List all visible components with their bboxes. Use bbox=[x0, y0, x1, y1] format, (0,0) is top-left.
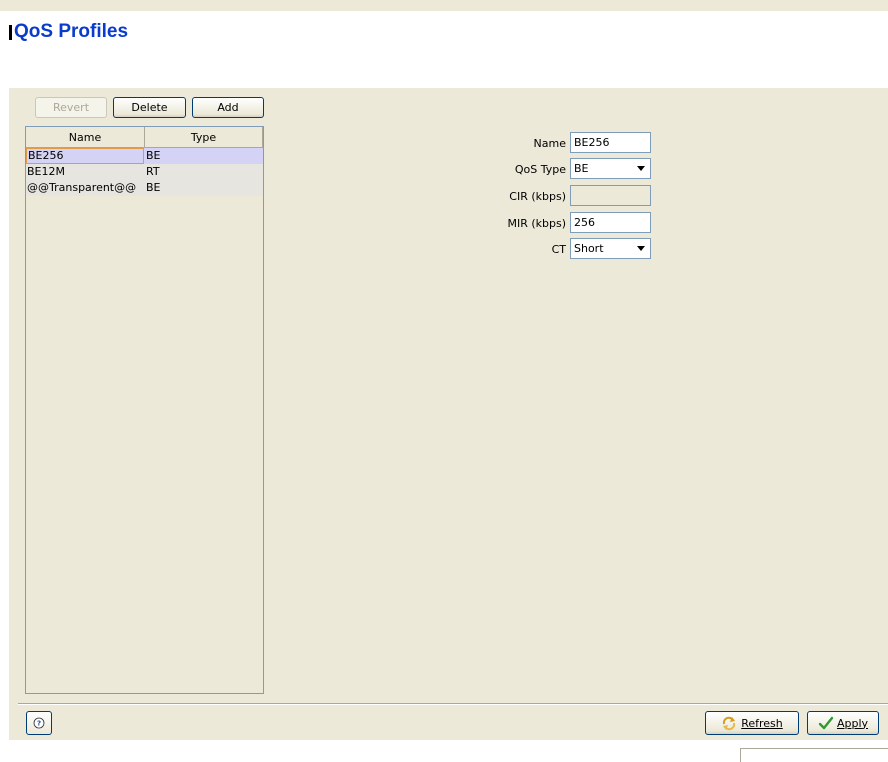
apply-label: Apply bbox=[836, 716, 869, 730]
row-name-cell: BE256 bbox=[26, 148, 144, 164]
help-button[interactable]: ? bbox=[26, 711, 52, 735]
row-name-cell: @@Transparent@@ bbox=[27, 181, 137, 194]
help-icon: ? bbox=[33, 717, 45, 729]
table-header: Name Type bbox=[26, 127, 263, 148]
mir-label: MIR (kbps) bbox=[507, 217, 566, 230]
top-strip bbox=[0, 0, 888, 11]
revert-button[interactable]: Revert bbox=[35, 97, 107, 118]
column-header-name[interactable]: Name bbox=[26, 127, 145, 147]
cir-label: CIR (kbps) bbox=[509, 190, 566, 203]
table-row[interactable]: BE256 BE bbox=[26, 148, 263, 164]
name-field[interactable]: BE256 bbox=[570, 132, 651, 153]
page-title: QoS Profiles bbox=[14, 21, 129, 42]
row-type-cell: RT bbox=[146, 165, 160, 178]
chevron-down-icon bbox=[637, 166, 645, 171]
delete-button[interactable]: Delete bbox=[113, 97, 186, 118]
chevron-down-icon bbox=[637, 246, 645, 251]
qos-type-select[interactable]: BE bbox=[570, 158, 651, 179]
refresh-label: Refresh bbox=[741, 716, 783, 730]
row-name-cell: BE12M bbox=[27, 165, 65, 178]
name-label: Name bbox=[533, 137, 566, 150]
refresh-icon bbox=[723, 716, 736, 731]
table-row[interactable]: BE12M RT bbox=[26, 164, 263, 180]
ct-select[interactable]: Short bbox=[570, 238, 651, 259]
apply-button[interactable]: Apply bbox=[807, 711, 879, 735]
svg-text:?: ? bbox=[37, 719, 41, 728]
checkmark-icon bbox=[818, 716, 834, 730]
ct-label: CT bbox=[551, 243, 566, 256]
status-frame-edge bbox=[740, 748, 888, 749]
mir-field[interactable]: 256 bbox=[570, 212, 651, 233]
row-type-cell: BE bbox=[146, 149, 161, 162]
cir-field[interactable] bbox=[570, 185, 651, 206]
ct-value: Short bbox=[574, 242, 604, 255]
profiles-table: Name Type BE256 BE BE12M RT @@Transparen… bbox=[25, 126, 264, 694]
add-button[interactable]: Add bbox=[192, 97, 264, 118]
header-edge-mark bbox=[9, 25, 12, 40]
refresh-button[interactable]: Refresh bbox=[705, 711, 799, 735]
table-row[interactable]: @@Transparent@@ BE bbox=[26, 180, 263, 196]
qos-type-value: BE bbox=[574, 162, 589, 175]
status-frame-edge bbox=[740, 748, 741, 762]
row-type-cell: BE bbox=[146, 181, 161, 194]
column-header-type[interactable]: Type bbox=[145, 127, 263, 147]
qos-type-label: QoS Type bbox=[514, 163, 566, 176]
page-header: QoS Profiles bbox=[0, 11, 888, 88]
footer-divider-highlight bbox=[18, 704, 888, 705]
